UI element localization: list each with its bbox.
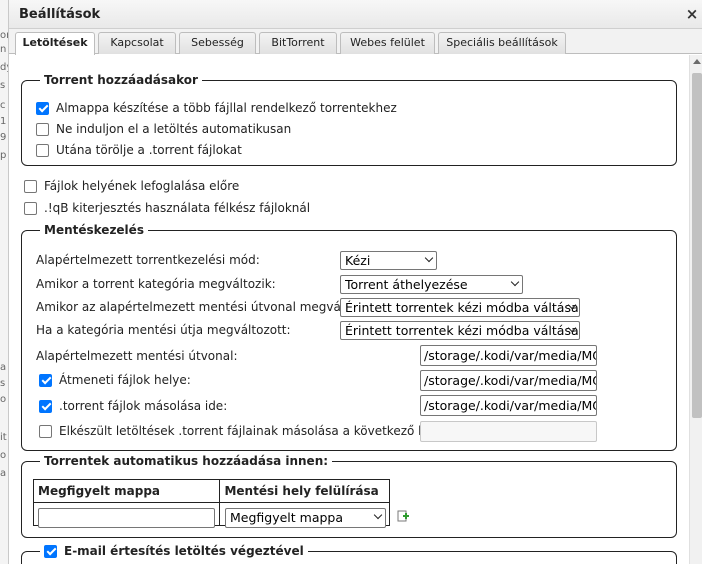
default-mode-value: Kézi	[345, 253, 371, 268]
delete-torrent-checkbox[interactable]	[36, 143, 49, 157]
category-changed-value: Torrent áthelyezése	[345, 277, 468, 292]
email-notification-checkbox[interactable]	[44, 544, 57, 558]
preallocate-label: Fájlok helyének lefoglalása előre	[44, 179, 240, 193]
default-path-changed-value: Érintett torrentek kézi módba váltása	[345, 300, 579, 315]
background-fragment: n	[0, 44, 7, 55]
default-mode-label: Alapértelmezett torrentkezelési mód:	[36, 253, 260, 267]
downloads-settings-panel: Torrent hozzáadásakor Almappa készítése …	[9, 55, 689, 564]
qb-extension-option[interactable]: .!qB kiterjesztés használata félkész fáj…	[24, 201, 310, 215]
close-icon[interactable]: ×	[685, 5, 699, 23]
tab-bar: Letöltések Kapcsolat Sebesség BitTorrent…	[9, 29, 702, 55]
qb-extension-label: .!qB kiterjesztés használata félkész fáj…	[44, 201, 311, 215]
dont-start-option[interactable]: Ne induljon el a letöltés automatikusan	[36, 122, 291, 136]
default-save-path-input[interactable]: /storage/.kodi/var/media/MO'	[420, 345, 597, 366]
background-fragment: s	[0, 378, 6, 389]
temp-path-input[interactable]: /storage/.kodi/var/media/MO'	[420, 370, 597, 391]
category-changed-select[interactable]: Torrent áthelyezése	[340, 275, 523, 294]
preallocate-option[interactable]: Fájlok helyének lefoglalása előre	[24, 179, 239, 193]
saving-management-legend: Mentéskezelés	[44, 223, 144, 237]
scroll-up-arrow-icon[interactable]	[693, 59, 701, 64]
default-path-changed-label: Amikor az alapértelmezett mentési útvona…	[36, 300, 377, 314]
tab-advanced[interactable]: Speciális beállítások	[438, 32, 566, 54]
category-path-changed-value: Érintett torrentek kézi módba váltása	[345, 323, 579, 338]
dialog-title: Beállítások	[19, 7, 101, 22]
background-fragment: 9	[0, 132, 7, 143]
save-location-override-select[interactable]: Megfigyelt mappa	[225, 508, 386, 528]
background-fragment: a	[0, 362, 7, 373]
background-fragment: 1	[0, 116, 7, 127]
default-path-changed-select[interactable]: Érintett torrentek kézi módba váltása	[340, 298, 580, 317]
temp-path-checkbox[interactable]	[39, 373, 52, 387]
background-fragment: it	[0, 432, 7, 443]
tab-web-ui[interactable]: Webes felület	[340, 32, 435, 54]
qb-extension-checkbox[interactable]	[24, 201, 37, 215]
copy-finished-option[interactable]: Elkészült letöltések .torrent fájlainak …	[39, 424, 460, 438]
dont-start-checkbox[interactable]	[36, 122, 49, 136]
tab-speed[interactable]: Sebesség	[179, 32, 256, 54]
settings-dialog: Beállítások × Letöltések Kapcsolat Sebes…	[8, 0, 702, 564]
email-notification-label: E-mail értesítés letöltés végeztével	[64, 544, 304, 558]
default-mode-select[interactable]: Kézi	[340, 251, 437, 270]
add-row-icon[interactable]	[397, 510, 409, 522]
temp-path-label: Átmeneti fájlok helye:	[59, 373, 191, 387]
copy-finished-path-input[interactable]	[420, 421, 597, 442]
background-fragment: c	[0, 100, 6, 111]
copy-torrent-label: .torrent fájlok másolása ide:	[59, 399, 228, 413]
background-fragment: s	[0, 80, 6, 91]
preallocate-checkbox[interactable]	[24, 179, 37, 193]
auto-add-legend: Torrentek automatikus hozzáadása innen:	[44, 454, 329, 468]
category-changed-label: Amikor a torrent kategória megváltozik:	[36, 277, 276, 291]
email-notification-group: E-mail értesítés letöltés végeztével	[21, 544, 677, 564]
save-location-override-header: Mentési hely felülírása	[219, 479, 390, 503]
copy-finished-checkbox[interactable]	[39, 424, 52, 438]
copy-finished-label: Elkészült letöltések .torrent fájlainak …	[59, 424, 460, 438]
create-subfolder-label: Almappa készítése a több fájllal rendelk…	[56, 101, 397, 115]
background-fragment: p	[0, 150, 7, 161]
watched-folder-input[interactable]	[38, 508, 215, 528]
dont-start-label: Ne induljon el a letöltés automatikusan	[56, 122, 292, 136]
category-path-changed-select[interactable]: Érintett torrentek kézi módba váltása	[340, 321, 580, 340]
copy-torrent-path-input[interactable]: /storage/.kodi/var/media/MO'	[420, 395, 597, 416]
scrollbar-thumb[interactable]	[692, 73, 702, 418]
default-save-path-label: Alapértelmezett mentési útvonal:	[36, 349, 238, 363]
create-subfolder-option[interactable]: Almappa készítése a több fájllal rendelk…	[36, 101, 397, 115]
add-torrent-legend: Torrent hozzáadásakor	[44, 73, 198, 87]
vertical-scrollbar[interactable]	[689, 55, 702, 564]
tab-downloads[interactable]: Letöltések	[15, 32, 95, 55]
delete-torrent-option[interactable]: Utána törölje a .torrent fájlokat	[36, 143, 242, 157]
temp-path-option[interactable]: Átmeneti fájlok helye:	[39, 373, 191, 387]
tab-connection[interactable]: Kapcsolat	[98, 32, 176, 54]
email-notification-legend: E-mail értesítés letöltés végeztével	[40, 544, 308, 558]
copy-torrent-option[interactable]: .torrent fájlok másolása ide:	[39, 399, 227, 413]
delete-torrent-label: Utána törölje a .torrent fájlokat	[56, 143, 242, 157]
create-subfolder-checkbox[interactable]	[36, 101, 49, 115]
background-fragment: o	[0, 450, 7, 461]
tab-bittorrent[interactable]: BitTorrent	[259, 32, 337, 54]
background-fragment: o	[0, 394, 7, 405]
watched-folder-header: Megfigyelt mappa	[32, 479, 221, 503]
save-location-override-value: Megfigyelt mappa	[230, 510, 344, 525]
copy-torrent-checkbox[interactable]	[39, 399, 52, 413]
dialog-titlebar[interactable]: Beállítások ×	[9, 0, 702, 29]
category-path-changed-label: Ha a kategória mentési útja megváltozott…	[36, 323, 291, 337]
background-fragment: a	[0, 468, 7, 479]
